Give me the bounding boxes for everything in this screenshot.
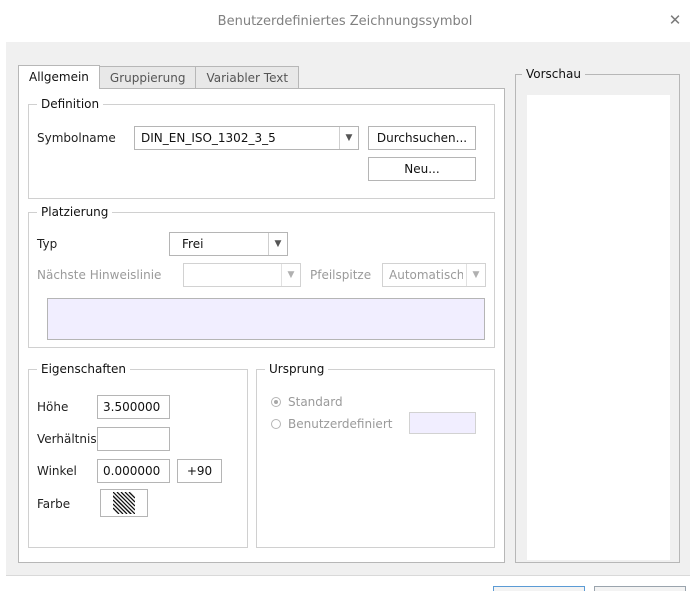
window-title: Benutzerdefiniertes Zeichnungssymbol <box>217 13 473 29</box>
hatch-swatch-icon <box>113 492 135 514</box>
angle-input[interactable]: 0.000000 <box>97 459 170 483</box>
color-label: Farbe <box>37 497 71 511</box>
ratio-label: Verhältnis <box>37 432 97 446</box>
new-button[interactable]: Neu... <box>368 157 476 181</box>
dialog-body: Allgemein Gruppierung Variabler Text Def… <box>6 42 690 591</box>
symbolname-select[interactable]: DIN_EN_ISO_1302_3_5 ▼ <box>134 126 359 150</box>
preview-legend: Vorschau <box>526 67 581 81</box>
nearest-leader-label: Nächste Hinweislinie <box>37 268 162 282</box>
title-bar: Benutzerdefiniertes Zeichnungssymbol ✕ <box>0 0 690 42</box>
origin-legend: Ursprung <box>269 362 325 376</box>
properties-group: Eigenschaften Höhe 3.500000 Verhältnis W… <box>28 362 248 548</box>
symbolname-value: DIN_EN_ISO_1302_3_5 <box>141 131 276 145</box>
definition-legend: Definition <box>41 97 100 111</box>
symbolname-label: Symbolname <box>37 131 116 145</box>
origin-group: Ursprung Standard Benutzerdefiniert <box>256 362 495 548</box>
tab-strip: Allgemein Gruppierung Variabler Text <box>18 65 300 89</box>
chevron-down-icon: ▼ <box>281 264 300 286</box>
properties-legend: Eigenschaften <box>41 362 127 376</box>
origin-custom-label: Benutzerdefiniert <box>288 417 393 431</box>
button-bar <box>6 575 690 591</box>
type-label: Typ <box>37 237 58 251</box>
origin-custom-option[interactable]: Benutzerdefiniert <box>271 417 392 431</box>
tab-gruppierung[interactable]: Gruppierung <box>98 66 197 88</box>
chevron-down-icon: ▼ <box>268 233 287 255</box>
nearest-leader-select[interactable]: ▼ <box>183 263 301 287</box>
preview-canvas <box>527 95 670 560</box>
placement-legend: Platzierung <box>41 205 109 219</box>
close-icon[interactable]: ✕ <box>666 10 684 30</box>
radio-selected-icon <box>271 397 281 407</box>
tab-variabler-text[interactable]: Variabler Text <box>195 66 300 88</box>
preview-group: Vorschau <box>515 67 680 563</box>
arrowhead-select[interactable]: Automatisch ▼ <box>382 263 486 287</box>
type-select[interactable]: Frei ▼ <box>169 232 288 256</box>
angle-label: Winkel <box>37 464 77 478</box>
definition-group: Definition Symbolname DIN_EN_ISO_1302_3_… <box>28 97 495 199</box>
height-label: Höhe <box>37 400 69 414</box>
rotate-90-button[interactable]: +90 <box>177 459 222 483</box>
ok-button[interactable] <box>493 586 585 591</box>
origin-standard-option[interactable]: Standard <box>271 395 343 409</box>
type-value: Frei <box>182 237 204 251</box>
tab-allgemein[interactable]: Allgemein <box>18 65 100 89</box>
browse-button[interactable]: Durchsuchen... <box>368 126 476 150</box>
chevron-down-icon: ▼ <box>339 127 358 149</box>
arrowhead-value: Automatisch <box>389 268 463 282</box>
origin-standard-label: Standard <box>288 395 343 409</box>
color-swatch-button[interactable] <box>100 489 148 517</box>
tab-panel-allgemein: Definition Symbolname DIN_EN_ISO_1302_3_… <box>18 88 505 563</box>
origin-custom-field[interactable] <box>409 412 476 434</box>
placement-group: Platzierung Typ Frei ▼ Nächste Hinweisli… <box>28 205 495 348</box>
arrowhead-label: Pfeilspitze <box>310 268 372 282</box>
radio-unselected-icon <box>271 419 281 429</box>
ratio-input[interactable] <box>97 427 170 451</box>
placement-reference-field[interactable] <box>47 298 485 340</box>
cancel-button[interactable] <box>594 586 686 591</box>
chevron-down-icon: ▼ <box>466 264 485 286</box>
height-input[interactable]: 3.500000 <box>97 395 170 419</box>
